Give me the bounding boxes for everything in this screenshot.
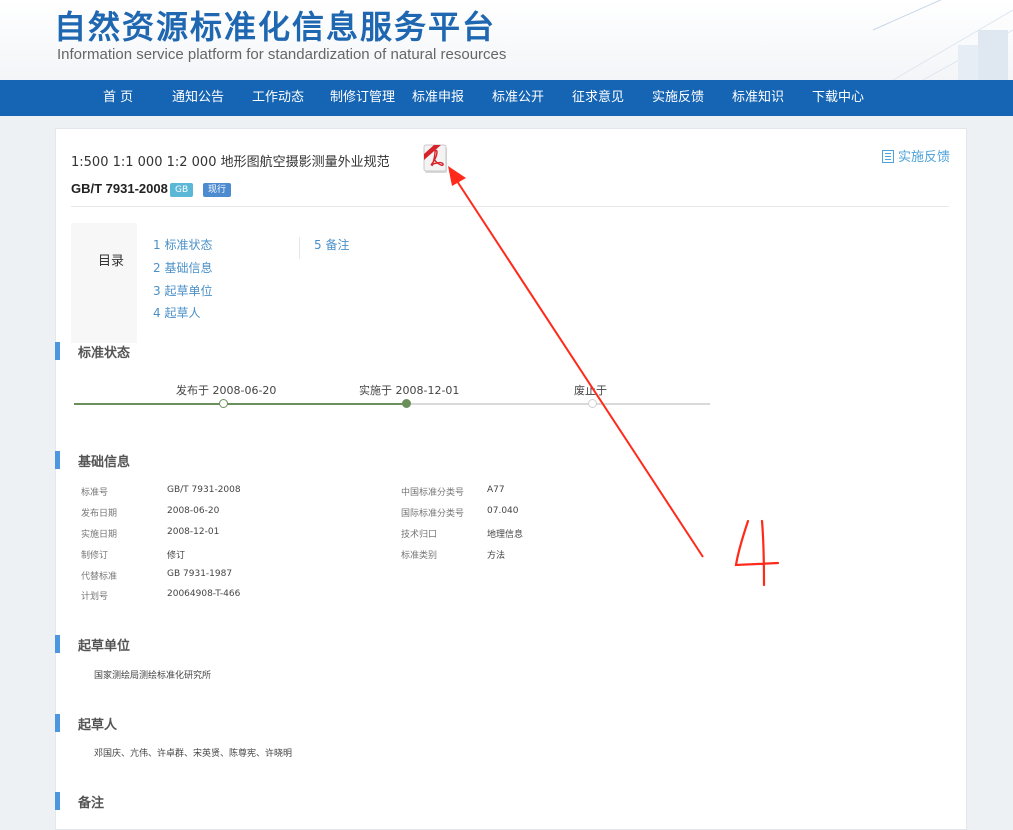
toc-item-drafting-unit[interactable]: 3 起草单位 <box>153 282 212 299</box>
standard-code: GB/T 7931-2008 <box>71 181 168 196</box>
info-value-ccs: A77 <box>487 485 505 495</box>
section-title-drafters: 起草人 <box>78 718 118 733</box>
nav-work-news[interactable]: 工作动态 <box>252 80 304 116</box>
info-value-publish-date: 2008-06-20 <box>167 506 220 516</box>
site-title[interactable]: 自然资源标准化信息服务平台 <box>54 2 496 48</box>
nav-download-center[interactable]: 下载中心 <box>812 80 864 116</box>
info-label-implement-date: 实施日期 <box>81 530 118 540</box>
status-badge: 现行 <box>203 183 232 197</box>
nav-standard-disclosure[interactable]: 标准公开 <box>492 80 544 116</box>
timeline-abolished-dot <box>588 399 597 408</box>
section-marker <box>55 451 60 469</box>
section-title-status: 标准状态 <box>78 346 131 361</box>
info-label-category: 标准类别 <box>401 551 438 561</box>
info-value-technical-committee: 地理信息 <box>487 530 524 540</box>
nav-revision-management[interactable]: 制修订管理 <box>330 80 395 116</box>
info-value-ics: 07.040 <box>487 506 519 516</box>
timeline-abolished-label: 废止于 <box>574 384 607 397</box>
toc-item-drafters[interactable]: 4 起草人 <box>153 304 200 321</box>
info-value-plan-number: 20064908-T-466 <box>167 589 241 599</box>
info-label-technical-committee: 技术归口 <box>401 530 438 540</box>
timeline-implemented-label: 实施于 2008-12-01 <box>359 384 460 397</box>
site-header: 自然资源标准化信息服务平台 Information service platfo… <box>0 0 1013 80</box>
standard-detail-card: 1:500 1:1 000 1:2 000 地形图航空摄影测量外业规范 实施反馈… <box>55 128 967 830</box>
section-title-basic: 基础信息 <box>78 455 131 470</box>
info-label-replaces: 代替标准 <box>81 572 118 582</box>
timeline-remaining-line <box>407 403 710 405</box>
implementation-feedback-link[interactable]: 实施反馈 <box>881 146 950 165</box>
info-label-ics: 国际标准分类号 <box>401 509 465 519</box>
drafting-unit-text: 国家测绘局测绘标准化研究所 <box>94 671 212 681</box>
section-marker <box>55 635 60 653</box>
section-marker <box>55 714 60 732</box>
nav-standard-knowledge[interactable]: 标准知识 <box>732 80 784 116</box>
section-title-remarks: 备注 <box>78 796 105 811</box>
info-value-implement-date: 2008-12-01 <box>167 527 220 537</box>
info-label-plan-number: 计划号 <box>81 592 109 602</box>
toc-item-basic-info[interactable]: 2 基础信息 <box>153 259 212 276</box>
toc-item-remarks[interactable]: 5 备注 <box>314 236 349 253</box>
feedback-label: 实施反馈 <box>897 150 950 165</box>
nav-implementation-feedback[interactable]: 实施反馈 <box>652 80 704 116</box>
info-value-replaces: GB 7931-1987 <box>167 569 233 579</box>
main-nav: 首 页 通知公告 工作动态 制修订管理 标准申报 标准公开 征求意见 实施反馈 … <box>0 80 1013 116</box>
info-label-revision: 制修订 <box>81 551 109 561</box>
standard-title: 1:500 1:1 000 1:2 000 地形图航空摄影测量外业规范 <box>71 155 390 170</box>
drafters-text: 邓国庆、亢伟、许卓群、宋英贤、陈尊宪、许晓明 <box>94 749 293 759</box>
nav-opinion-solicitation[interactable]: 征求意见 <box>572 80 624 116</box>
timeline-progress-line <box>74 403 407 405</box>
info-label-ccs: 中国标准分类号 <box>401 488 465 498</box>
timeline-published-dot <box>219 399 228 408</box>
timeline-published-label: 发布于 2008-06-20 <box>176 384 277 397</box>
divider <box>71 206 949 207</box>
standard-type-badge: GB <box>170 183 194 197</box>
section-marker <box>55 792 60 810</box>
timeline-implemented-dot <box>402 399 411 408</box>
info-value-code: GB/T 7931-2008 <box>167 485 241 495</box>
toc-title: 目录 <box>98 254 125 269</box>
info-value-category: 方法 <box>487 551 506 561</box>
toc-box: 目录 <box>71 223 137 343</box>
toc-item-status[interactable]: 1 标准状态 <box>153 236 212 253</box>
nav-standard-application[interactable]: 标准申报 <box>412 80 464 116</box>
nav-notices[interactable]: 通知公告 <box>172 80 224 116</box>
info-label-publish-date: 发布日期 <box>81 509 118 519</box>
header-decoration <box>872 0 1013 80</box>
document-list-icon <box>881 150 894 163</box>
section-marker <box>55 342 60 360</box>
nav-home[interactable]: 首 页 <box>103 80 133 116</box>
info-label-code: 标准号 <box>81 488 109 498</box>
section-title-unit: 起草单位 <box>78 639 131 654</box>
toc-divider <box>299 237 300 259</box>
pdf-icon[interactable] <box>423 144 449 174</box>
info-value-revision: 修订 <box>167 551 186 561</box>
site-subtitle: Information service platform for standar… <box>57 46 507 63</box>
